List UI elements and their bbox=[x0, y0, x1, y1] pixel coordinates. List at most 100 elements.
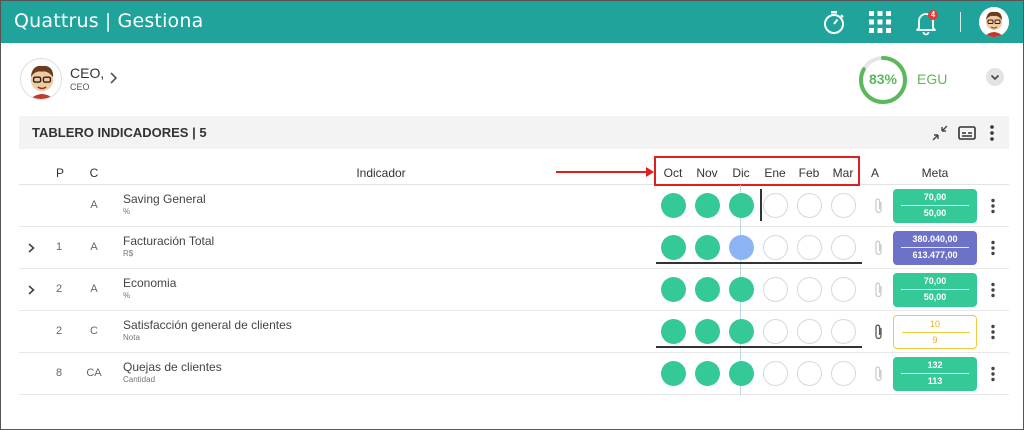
chevron-right-icon[interactable] bbox=[27, 283, 37, 297]
month-status-dot[interactable] bbox=[763, 277, 788, 302]
month-status-dot[interactable] bbox=[695, 235, 720, 260]
month-status-dot[interactable] bbox=[797, 277, 822, 302]
column-header-indicator[interactable]: Indicador bbox=[321, 166, 441, 180]
month-status-dot[interactable] bbox=[763, 319, 788, 344]
month-status-dot[interactable] bbox=[797, 193, 822, 218]
month-status-dot[interactable] bbox=[729, 235, 754, 260]
chevron-right-icon[interactable] bbox=[109, 71, 119, 85]
month-status-dot[interactable] bbox=[661, 361, 686, 386]
brand-logo[interactable]: Quattrus | Gestiona bbox=[14, 10, 203, 32]
table-row[interactable]: 8 CA Quejas de clientes Cantidad 132 113 bbox=[19, 353, 1009, 395]
month-status-dot[interactable] bbox=[729, 361, 754, 386]
more-options-icon[interactable] bbox=[987, 239, 999, 257]
month-status-dot[interactable] bbox=[831, 193, 856, 218]
minimize-icon[interactable] bbox=[930, 123, 950, 143]
indicator-name[interactable]: Facturación Total bbox=[123, 234, 214, 248]
row-classification: A bbox=[90, 241, 98, 253]
column-header-c[interactable]: C bbox=[83, 166, 105, 180]
row-classification: A bbox=[90, 283, 98, 295]
table-row[interactable]: A Saving General% 70,00 50,00 bbox=[19, 185, 1009, 227]
month-status-area bbox=[656, 185, 862, 227]
meta-target-badge[interactable]: 70,00 50,00 bbox=[893, 273, 977, 307]
month-status-area bbox=[656, 353, 862, 395]
chevron-right-icon[interactable] bbox=[27, 241, 37, 255]
month-status-dot[interactable] bbox=[695, 193, 720, 218]
meta-divider bbox=[901, 205, 969, 206]
meta-bottom-value: 50,00 bbox=[923, 292, 947, 302]
paperclip-icon[interactable] bbox=[872, 365, 886, 383]
month-status-dot[interactable] bbox=[695, 277, 720, 302]
notification-badge: 4 bbox=[930, 10, 936, 19]
score-value: 83% bbox=[868, 71, 898, 87]
meta-target-badge[interactable]: 380.040,00 613.477,00 bbox=[893, 231, 977, 265]
top-bar: Quattrus | Gestiona 4 bbox=[1, 1, 1023, 43]
meta-top-value: 70,00 bbox=[923, 276, 947, 286]
indicator-name[interactable]: Quejas de clientes bbox=[123, 360, 222, 374]
paperclip-icon[interactable] bbox=[872, 197, 886, 215]
stopwatch-icon[interactable] bbox=[819, 7, 849, 37]
more-options-icon[interactable] bbox=[987, 365, 999, 383]
meta-divider bbox=[901, 373, 969, 374]
table-row[interactable]: 2 A Economia% 70,00 50,00 bbox=[19, 269, 1009, 311]
meta-target-badge[interactable]: 10 9 bbox=[893, 315, 977, 349]
column-header-meta[interactable]: Meta bbox=[903, 166, 967, 180]
month-status-dot[interactable] bbox=[763, 361, 788, 386]
brand-name: Quattrus bbox=[14, 10, 99, 32]
indicator-unit: R$ bbox=[123, 249, 134, 258]
user-avatar[interactable] bbox=[979, 7, 1009, 37]
paperclip-icon[interactable] bbox=[872, 239, 886, 257]
meta-target-badge[interactable]: 70,00 50,00 bbox=[893, 189, 977, 223]
row-classification: A bbox=[90, 199, 98, 211]
month-status-dot[interactable] bbox=[695, 361, 720, 386]
month-status-dot[interactable] bbox=[763, 193, 788, 218]
meta-divider bbox=[901, 247, 969, 248]
indicator-name[interactable]: Satisfacción general de clientes bbox=[123, 318, 292, 332]
month-status-dot[interactable] bbox=[797, 235, 822, 260]
month-status-dot[interactable] bbox=[831, 235, 856, 260]
meta-top-value: 70,00 bbox=[923, 192, 947, 202]
months-highlight-box bbox=[654, 156, 860, 186]
month-status-dot[interactable] bbox=[831, 361, 856, 386]
month-status-dot[interactable] bbox=[729, 193, 754, 218]
more-options-icon[interactable] bbox=[987, 323, 999, 341]
meta-target-badge[interactable]: 132 113 bbox=[893, 357, 977, 391]
month-status-dot[interactable] bbox=[695, 319, 720, 344]
column-header-a[interactable]: A bbox=[867, 166, 883, 180]
notifications-bell-icon[interactable]: 4 bbox=[911, 7, 941, 37]
module-name: Gestiona bbox=[117, 10, 204, 32]
month-status-dot[interactable] bbox=[661, 319, 686, 344]
row-priority: 2 bbox=[55, 283, 63, 295]
more-options-icon[interactable] bbox=[987, 281, 999, 299]
apps-grid-icon[interactable] bbox=[865, 7, 895, 37]
indicator-name[interactable]: Economia bbox=[123, 276, 176, 290]
indicator-name[interactable]: Saving General bbox=[123, 192, 206, 206]
topbar-divider bbox=[960, 12, 961, 32]
table-row[interactable]: 1 A Facturación Total R$ 380.040,00 613.477,0… bbox=[19, 227, 1009, 269]
month-status-dot[interactable] bbox=[661, 235, 686, 260]
month-status-dot[interactable] bbox=[729, 277, 754, 302]
annotation-arrow bbox=[556, 171, 648, 173]
subtitles-icon[interactable] bbox=[957, 123, 977, 143]
month-status-dot[interactable] bbox=[661, 193, 686, 218]
more-options-icon[interactable] bbox=[982, 123, 1002, 143]
month-status-dot[interactable] bbox=[729, 319, 754, 344]
chevron-down-icon[interactable] bbox=[986, 68, 1004, 86]
brand-separator: | bbox=[104, 10, 112, 32]
profile-avatar[interactable] bbox=[20, 58, 62, 100]
column-header-p[interactable]: P bbox=[51, 166, 69, 180]
panel-title: TABLERO INDICADORES | 5 bbox=[32, 125, 207, 140]
month-status-dot[interactable] bbox=[831, 277, 856, 302]
meta-divider bbox=[901, 289, 969, 290]
meta-top-value: 10 bbox=[929, 319, 940, 329]
paperclip-icon[interactable] bbox=[872, 323, 886, 341]
meta-top-value: 380.040,00 bbox=[912, 234, 958, 244]
app-window: Quattrus | Gestiona 4 CEO, CEO 83% EGU T… bbox=[0, 0, 1024, 430]
paperclip-icon[interactable] bbox=[872, 281, 886, 299]
table-row[interactable]: 2 C Satisfacción general de clientes Nota 10… bbox=[19, 311, 1009, 353]
more-options-icon[interactable] bbox=[987, 197, 999, 215]
month-status-dot[interactable] bbox=[797, 319, 822, 344]
month-status-dot[interactable] bbox=[797, 361, 822, 386]
month-status-dot[interactable] bbox=[763, 235, 788, 260]
month-status-dot[interactable] bbox=[661, 277, 686, 302]
month-status-dot[interactable] bbox=[831, 319, 856, 344]
